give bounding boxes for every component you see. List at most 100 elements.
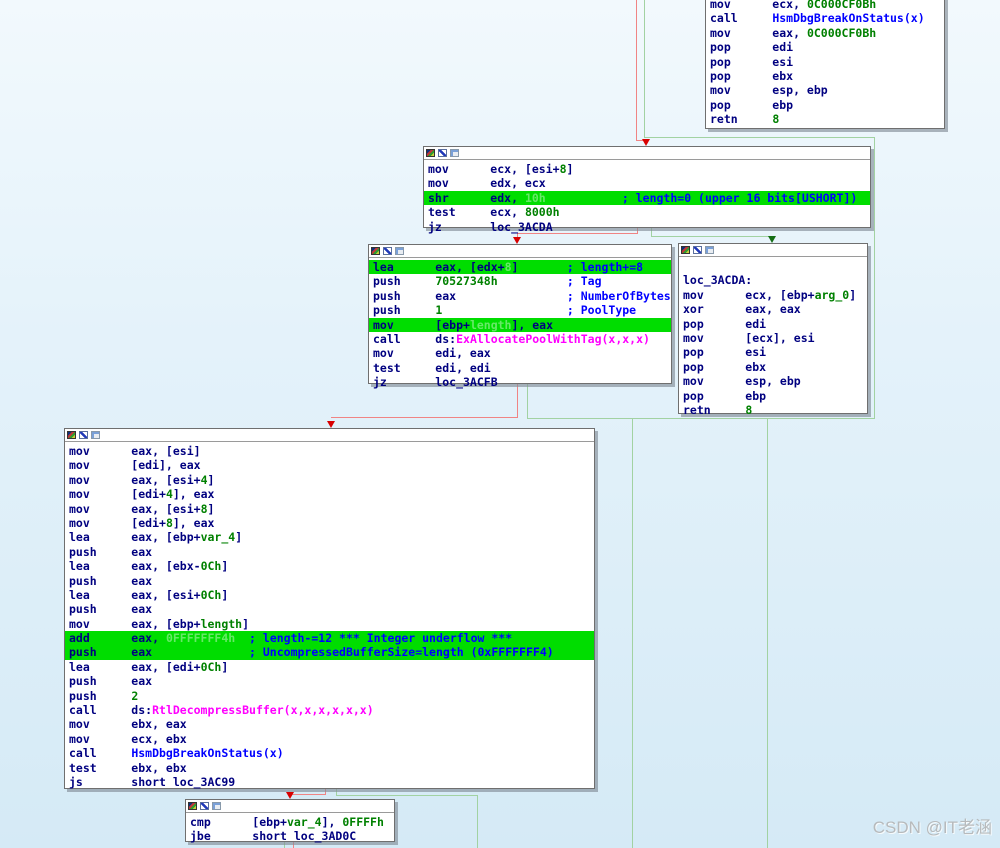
asm-line[interactable]: mov [edi+8], eax <box>65 516 594 530</box>
asm-line[interactable]: mov esp, ebp <box>679 374 867 388</box>
asm-line[interactable]: jz loc_3ACFB <box>369 375 671 389</box>
asm-line[interactable]: loc_3ACDA: <box>679 273 867 287</box>
asm-line[interactable]: add eax, 0FFFFFFF4h ; length-=12 *** Int… <box>65 631 594 645</box>
asm-line[interactable]: mov eax, [esi+4] <box>65 473 594 487</box>
asm-line[interactable]: mov ebx, eax <box>65 717 594 731</box>
asm-line[interactable]: retn 8 <box>679 403 867 417</box>
asm-line[interactable]: jz loc_3ACDA <box>424 220 870 234</box>
asm-line[interactable]: push 2 <box>65 689 594 703</box>
asm-line[interactable]: mov edi, eax <box>369 346 671 360</box>
window-icon[interactable] <box>705 246 714 254</box>
asm-line[interactable]: lea eax, [ebp+var_4] <box>65 530 594 544</box>
asm-line[interactable]: pop esi <box>706 55 944 69</box>
palette-icon[interactable] <box>681 246 690 254</box>
asm-token: ], eax <box>173 487 215 501</box>
asm-line[interactable]: lea eax, [esi+0Ch] <box>65 588 594 602</box>
window-icon[interactable] <box>395 247 404 255</box>
asm-token: call ds: <box>69 703 152 717</box>
asm-line[interactable]: call HsmDbgBreakOnStatus(x) <box>65 746 594 760</box>
asm-line[interactable]: mov [ecx], esi <box>679 331 867 345</box>
window-icon[interactable] <box>212 802 221 810</box>
asm-line[interactable]: push eax <box>65 674 594 688</box>
asm-token <box>442 303 567 317</box>
window-icon[interactable] <box>450 149 459 157</box>
node-alloc-pool[interactable]: lea eax, [edx+8] ; length+=8push 7052734… <box>368 244 672 384</box>
asm-line[interactable]: jbe short loc_3AD0C <box>186 829 394 843</box>
asm-token <box>683 259 690 273</box>
asm-line[interactable]: lea eax, [edx+8] ; length+=8 <box>369 260 671 274</box>
asm-line[interactable]: js short loc_3AC99 <box>65 775 594 789</box>
asm-token: lea eax, [ebp+ <box>69 530 201 544</box>
window-icon[interactable] <box>91 431 100 439</box>
asm-token: 8 <box>166 516 173 530</box>
palette-icon[interactable] <box>426 149 435 157</box>
asm-line[interactable]: lea eax, [ebx-0Ch] <box>65 559 594 573</box>
node-titlebar <box>186 800 394 813</box>
asm-line[interactable]: shr edx, 10h ; length=0 (upper 16 bits[U… <box>424 191 870 205</box>
node-titlebar <box>424 147 870 160</box>
asm-line[interactable] <box>679 259 867 273</box>
asm-line[interactable]: mov eax, [esi+8] <box>65 502 594 516</box>
node-length-check[interactable]: mov ecx, [esi+8]mov edx, ecxshr edx, 10h… <box>423 146 871 228</box>
pencil-icon[interactable] <box>438 149 447 157</box>
asm-line[interactable]: pop ebp <box>679 389 867 403</box>
asm-line[interactable]: mov edx, ecx <box>424 176 870 190</box>
edge-green-top <box>644 137 875 138</box>
asm-line[interactable]: lea eax, [edi+0Ch] <box>65 660 594 674</box>
asm-line[interactable]: push eax ; NumberOfBytes <box>369 289 671 303</box>
pencil-icon[interactable] <box>79 431 88 439</box>
asm-line[interactable]: test ecx, 8000h <box>424 205 870 219</box>
graph-view[interactable]: mov ecx, 0C000CF0Bhcall HsmDbgBreakOnSta… <box>0 0 1000 848</box>
asm-line[interactable]: mov ecx, ebx <box>65 732 594 746</box>
asm-line[interactable]: push 70527348h ; Tag <box>369 274 671 288</box>
asm-line[interactable]: mov ecx, [esi+8] <box>424 162 870 176</box>
node-decompress[interactable]: mov eax, [esi]mov [edi], eaxmov eax, [es… <box>64 428 595 789</box>
asm-line[interactable]: mov [edi+4], eax <box>65 487 594 501</box>
asm-line[interactable]: call ds:ExAllocatePoolWithTag(x,x,x) <box>369 332 671 346</box>
asm-line[interactable]: push eax <box>65 602 594 616</box>
asm-line[interactable]: mov ecx, [ebp+arg_0] <box>679 288 867 302</box>
asm-line[interactable]: pop edi <box>679 317 867 331</box>
asm-line[interactable]: pop ebp <box>706 98 944 112</box>
pencil-icon[interactable] <box>200 802 209 810</box>
asm-line[interactable]: mov eax, [ebp+length] <box>65 617 594 631</box>
asm-line[interactable]: mov ecx, 0C000CF0Bh <box>706 0 944 11</box>
asm-token: ExAllocatePoolWithTag(x,x,x) <box>456 332 650 346</box>
asm-line[interactable]: retn 8 <box>706 112 944 126</box>
asm-line[interactable]: push eax ; UncompressedBufferSize=length… <box>65 645 594 659</box>
asm-line[interactable]: mov [edi], eax <box>65 458 594 472</box>
node-size-check[interactable]: cmp [ebp+var_4], 0FFFFhjbe short loc_3AD… <box>185 799 395 842</box>
edge-green-right-channel <box>874 137 875 418</box>
palette-icon[interactable] <box>67 431 76 439</box>
asm-line[interactable]: mov eax, [esi] <box>65 444 594 458</box>
asm-line[interactable]: pop ebx <box>679 360 867 374</box>
asm-token: mov eax, <box>710 26 807 40</box>
asm-line[interactable]: test ebx, ebx <box>65 761 594 775</box>
asm-line[interactable]: mov esp, ebp <box>706 83 944 97</box>
node-ret-error[interactable]: mov ecx, 0C000CF0Bhcall HsmDbgBreakOnSta… <box>705 0 945 129</box>
asm-line[interactable]: push eax <box>65 574 594 588</box>
asm-line[interactable]: pop edi <box>706 40 944 54</box>
pencil-icon[interactable] <box>383 247 392 255</box>
asm-line[interactable]: call ds:RtlDecompressBuffer(x,x,x,x,x,x) <box>65 703 594 717</box>
asm-token: 8000h <box>525 205 560 219</box>
asm-token: lea eax, [esi+ <box>69 588 201 602</box>
asm-line[interactable]: call HsmDbgBreakOnStatus(x) <box>706 11 944 25</box>
asm-line[interactable]: pop esi <box>679 345 867 359</box>
asm-line[interactable]: mov eax, 0C000CF0Bh <box>706 26 944 40</box>
asm-line[interactable]: xor eax, eax <box>679 302 867 316</box>
node-loc-3acda[interactable]: loc_3ACDA:mov ecx, [ebp+arg_0]xor eax, e… <box>678 243 868 414</box>
palette-icon[interactable] <box>371 247 380 255</box>
palette-icon[interactable] <box>188 802 197 810</box>
asm-token <box>546 191 622 205</box>
asm-line[interactable]: cmp [ebp+var_4], 0FFFFh <box>186 815 394 829</box>
asm-token: ; PoolType <box>567 303 636 317</box>
asm-line[interactable]: push eax <box>65 545 594 559</box>
asm-line[interactable]: mov [ebp+length], eax <box>369 318 671 332</box>
asm-line[interactable]: test edi, edi <box>369 361 671 375</box>
edge-green-channel <box>527 418 875 419</box>
asm-token: ] <box>221 559 228 573</box>
pencil-icon[interactable] <box>693 246 702 254</box>
asm-line[interactable]: push 1 ; PoolType <box>369 303 671 317</box>
asm-line[interactable]: pop ebx <box>706 69 944 83</box>
